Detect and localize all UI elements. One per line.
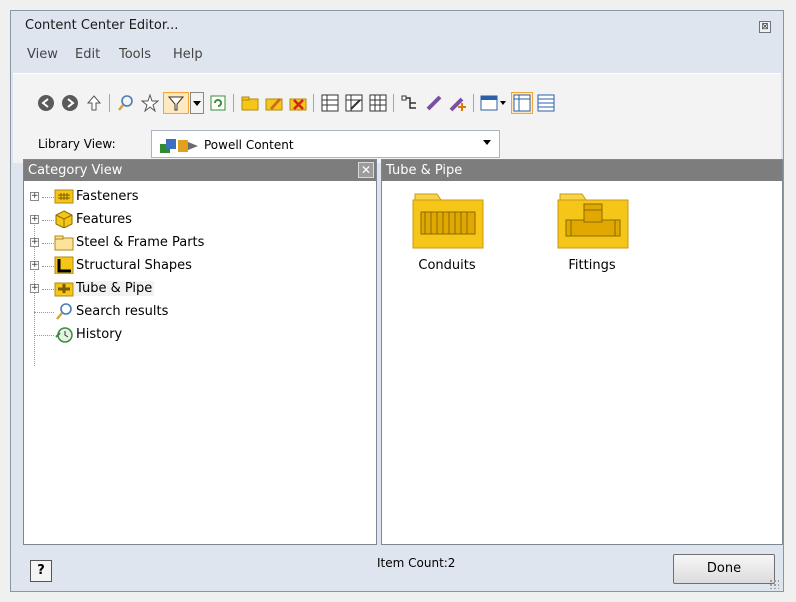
tree-item-label: Tube & Pipe bbox=[74, 281, 155, 296]
title-bar: Content Center Editor... ⊠ bbox=[11, 11, 783, 41]
view-options-icon[interactable] bbox=[479, 92, 509, 114]
menu-tools[interactable]: Tools bbox=[119, 47, 151, 62]
tree-item-label: Fasteners bbox=[76, 189, 139, 204]
pipe-icon[interactable] bbox=[423, 92, 445, 114]
window-title: Content Center Editor... bbox=[25, 18, 179, 33]
close-window-button[interactable]: ⊠ bbox=[759, 21, 771, 33]
expand-icon[interactable]: + bbox=[30, 215, 39, 224]
conduits-folder-icon bbox=[412, 193, 484, 249]
category-view-pane: Category View ✕ + Fasteners + Features + bbox=[23, 159, 377, 545]
back-icon[interactable] bbox=[35, 92, 57, 114]
tree-item-label: Features bbox=[76, 212, 132, 227]
category-view-title: Category View bbox=[28, 163, 123, 178]
category-view-header: Category View ✕ bbox=[24, 160, 376, 181]
tree-item-label: Steel & Frame Parts bbox=[76, 235, 205, 250]
search-results-icon bbox=[56, 303, 72, 320]
toolbar-separator bbox=[109, 94, 110, 112]
menu-bar: View Edit Tools Help bbox=[13, 41, 781, 71]
category-item-label: Conduits bbox=[418, 258, 476, 273]
folder-icon bbox=[54, 235, 74, 251]
content-center-editor-window: Content Center Editor... ⊠ View Edit Too… bbox=[10, 10, 784, 592]
tree-connector bbox=[34, 312, 54, 313]
chevron-down-icon[interactable] bbox=[483, 140, 491, 145]
tree-connector bbox=[42, 220, 54, 221]
library-view-bar: Library View: Powell Content bbox=[13, 125, 781, 163]
edit-family-icon[interactable] bbox=[263, 92, 285, 114]
library-view-select[interactable]: Powell Content bbox=[151, 130, 500, 158]
category-item-label: Fittings bbox=[568, 258, 616, 273]
table-view-icon[interactable] bbox=[319, 92, 341, 114]
expand-icon[interactable]: + bbox=[30, 261, 39, 270]
tree-connector bbox=[42, 243, 54, 244]
library-view-label: Library View: bbox=[38, 137, 116, 151]
tree-connector bbox=[42, 197, 54, 198]
forward-icon[interactable] bbox=[59, 92, 81, 114]
features-icon bbox=[55, 210, 73, 228]
table-properties-icon[interactable] bbox=[367, 92, 389, 114]
tree-connector bbox=[42, 289, 54, 290]
menu-edit[interactable]: Edit bbox=[75, 47, 100, 62]
menu-view[interactable]: View bbox=[27, 47, 58, 62]
structural-shapes-icon bbox=[54, 256, 74, 274]
tree-item-label: History bbox=[76, 327, 123, 342]
content-pane-title: Tube & Pipe bbox=[386, 163, 463, 178]
edit-table-icon[interactable] bbox=[343, 92, 365, 114]
close-pane-icon[interactable]: ✕ bbox=[358, 162, 374, 178]
search-icon[interactable] bbox=[115, 92, 137, 114]
tree-view-icon[interactable] bbox=[511, 92, 533, 114]
resize-grip[interactable] bbox=[769, 579, 779, 589]
library-icon bbox=[160, 139, 198, 153]
new-folder-icon[interactable] bbox=[239, 92, 261, 114]
history-icon bbox=[55, 327, 73, 343]
category-item-conduits[interactable]: Conduits bbox=[397, 186, 497, 282]
filter-icon[interactable] bbox=[163, 92, 189, 114]
item-count: Item Count:2 bbox=[377, 556, 456, 570]
expand-icon[interactable]: + bbox=[30, 238, 39, 247]
toolbar bbox=[13, 73, 781, 126]
delete-icon[interactable] bbox=[287, 92, 309, 114]
help-button[interactable]: ? bbox=[30, 560, 52, 582]
assign-icon[interactable] bbox=[399, 92, 421, 114]
expand-icon[interactable]: + bbox=[30, 284, 39, 293]
content-pane-header: Tube & Pipe bbox=[382, 160, 782, 181]
content-pane: Tube & Pipe Conduits Fittings bbox=[381, 159, 783, 545]
fittings-folder-icon bbox=[557, 193, 629, 249]
tree-item-label: Structural Shapes bbox=[76, 258, 192, 273]
tree-connector bbox=[34, 335, 54, 336]
expand-icon[interactable]: + bbox=[30, 192, 39, 201]
refresh-icon[interactable] bbox=[207, 92, 229, 114]
toolbar-separator bbox=[313, 94, 314, 112]
add-pipe-icon[interactable] bbox=[447, 92, 469, 114]
library-view-value: Powell Content bbox=[204, 138, 294, 152]
toolbar-separator bbox=[233, 94, 234, 112]
up-icon[interactable] bbox=[83, 92, 105, 114]
status-bar: ? Item Count:2 Done bbox=[13, 551, 781, 591]
favorite-icon[interactable] bbox=[139, 92, 161, 114]
toolbar-separator bbox=[473, 94, 474, 112]
tree-connector bbox=[42, 266, 54, 267]
toolbar-separator bbox=[393, 94, 394, 112]
tree-item-label: Search results bbox=[76, 304, 169, 319]
tube-pipe-icon bbox=[54, 282, 74, 297]
menu-help[interactable]: Help bbox=[173, 47, 203, 62]
filter-dropdown-icon[interactable] bbox=[190, 92, 204, 114]
detail-view-icon[interactable] bbox=[535, 92, 557, 114]
category-item-fittings[interactable]: Fittings bbox=[542, 186, 642, 282]
fasteners-icon bbox=[54, 189, 74, 204]
done-button[interactable]: Done bbox=[673, 554, 775, 584]
